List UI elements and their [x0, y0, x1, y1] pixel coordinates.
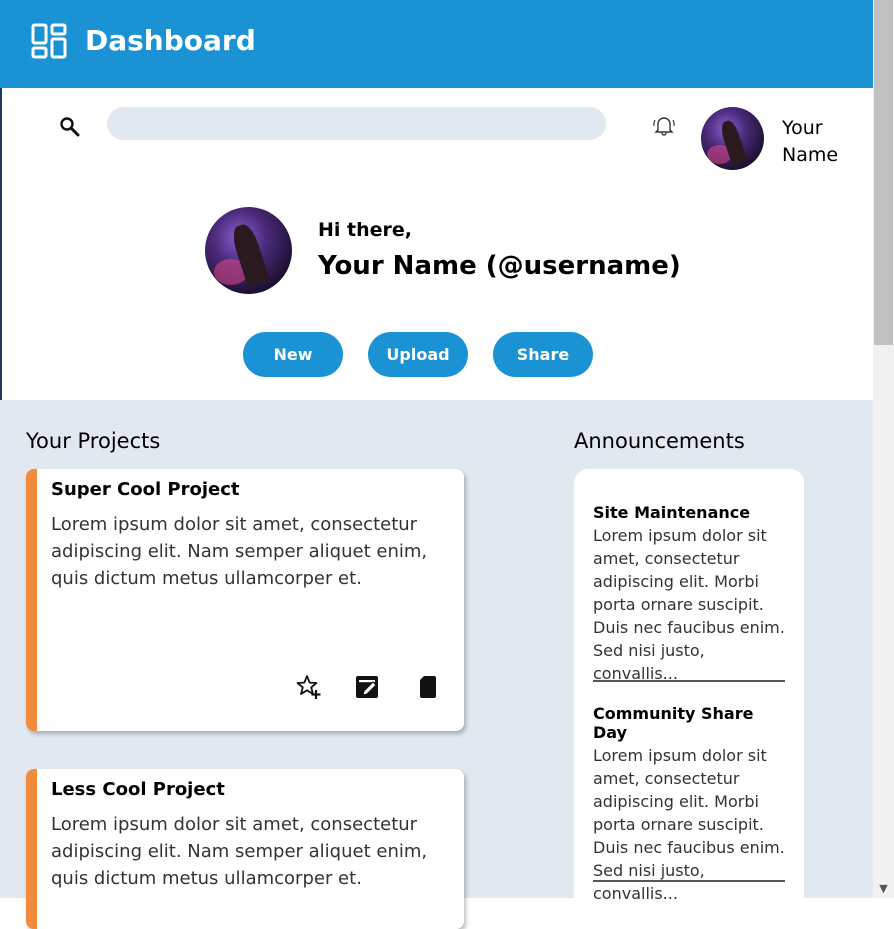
scrollbar-thumb[interactable] — [874, 0, 893, 345]
dashboard-icon[interactable] — [31, 23, 67, 59]
avatar[interactable] — [701, 107, 764, 170]
new-button[interactable]: New — [243, 332, 343, 377]
divider — [593, 680, 785, 682]
user-full-name: Your Name (@username) — [318, 251, 681, 281]
star-add-icon[interactable] — [296, 674, 322, 700]
announcements-heading: Announcements — [574, 429, 745, 453]
search-icon[interactable] — [58, 115, 82, 139]
announcement-item[interactable]: Community Share Day Lorem ipsum dolor si… — [593, 704, 785, 905]
announcement-item[interactable]: Site Maintenance Lorem ipsum dolor sit a… — [593, 503, 785, 685]
divider — [593, 880, 785, 882]
profile-avatar — [205, 207, 292, 294]
share-button[interactable]: Share — [493, 332, 593, 377]
project-title: Less Cool Project — [51, 779, 225, 800]
project-description: Lorem ipsum dolor sit amet, consectetur … — [51, 814, 428, 889]
announcements-panel: Site Maintenance Lorem ipsum dolor sit a… — [574, 469, 804, 909]
announcement-body: Lorem ipsum dolor sit amet, consectetur … — [593, 526, 785, 683]
project-card[interactable]: Less Cool Project Lorem ipsum dolor sit … — [26, 769, 464, 929]
announcement-title: Site Maintenance — [593, 503, 751, 522]
bell-icon[interactable] — [650, 113, 678, 137]
search-input[interactable] — [107, 107, 606, 140]
project-card[interactable]: Super Cool Project Lorem ipsum dolor sit… — [26, 469, 464, 731]
edit-note-icon[interactable] — [354, 674, 380, 700]
app-title: Dashboard — [85, 24, 256, 57]
file-icon[interactable] — [415, 674, 441, 700]
upload-button[interactable]: Upload — [368, 332, 468, 377]
project-description: Lorem ipsum dolor sit amet, consectetur … — [51, 514, 428, 589]
announcement-title: Community Share Day — [593, 704, 754, 742]
user-name[interactable]: Your Name — [782, 115, 852, 169]
projects-heading: Your Projects — [26, 429, 161, 453]
project-title: Super Cool Project — [51, 479, 240, 500]
greeting-text: Hi there, — [318, 219, 412, 241]
scroll-down-icon[interactable]: ▼ — [873, 878, 894, 898]
